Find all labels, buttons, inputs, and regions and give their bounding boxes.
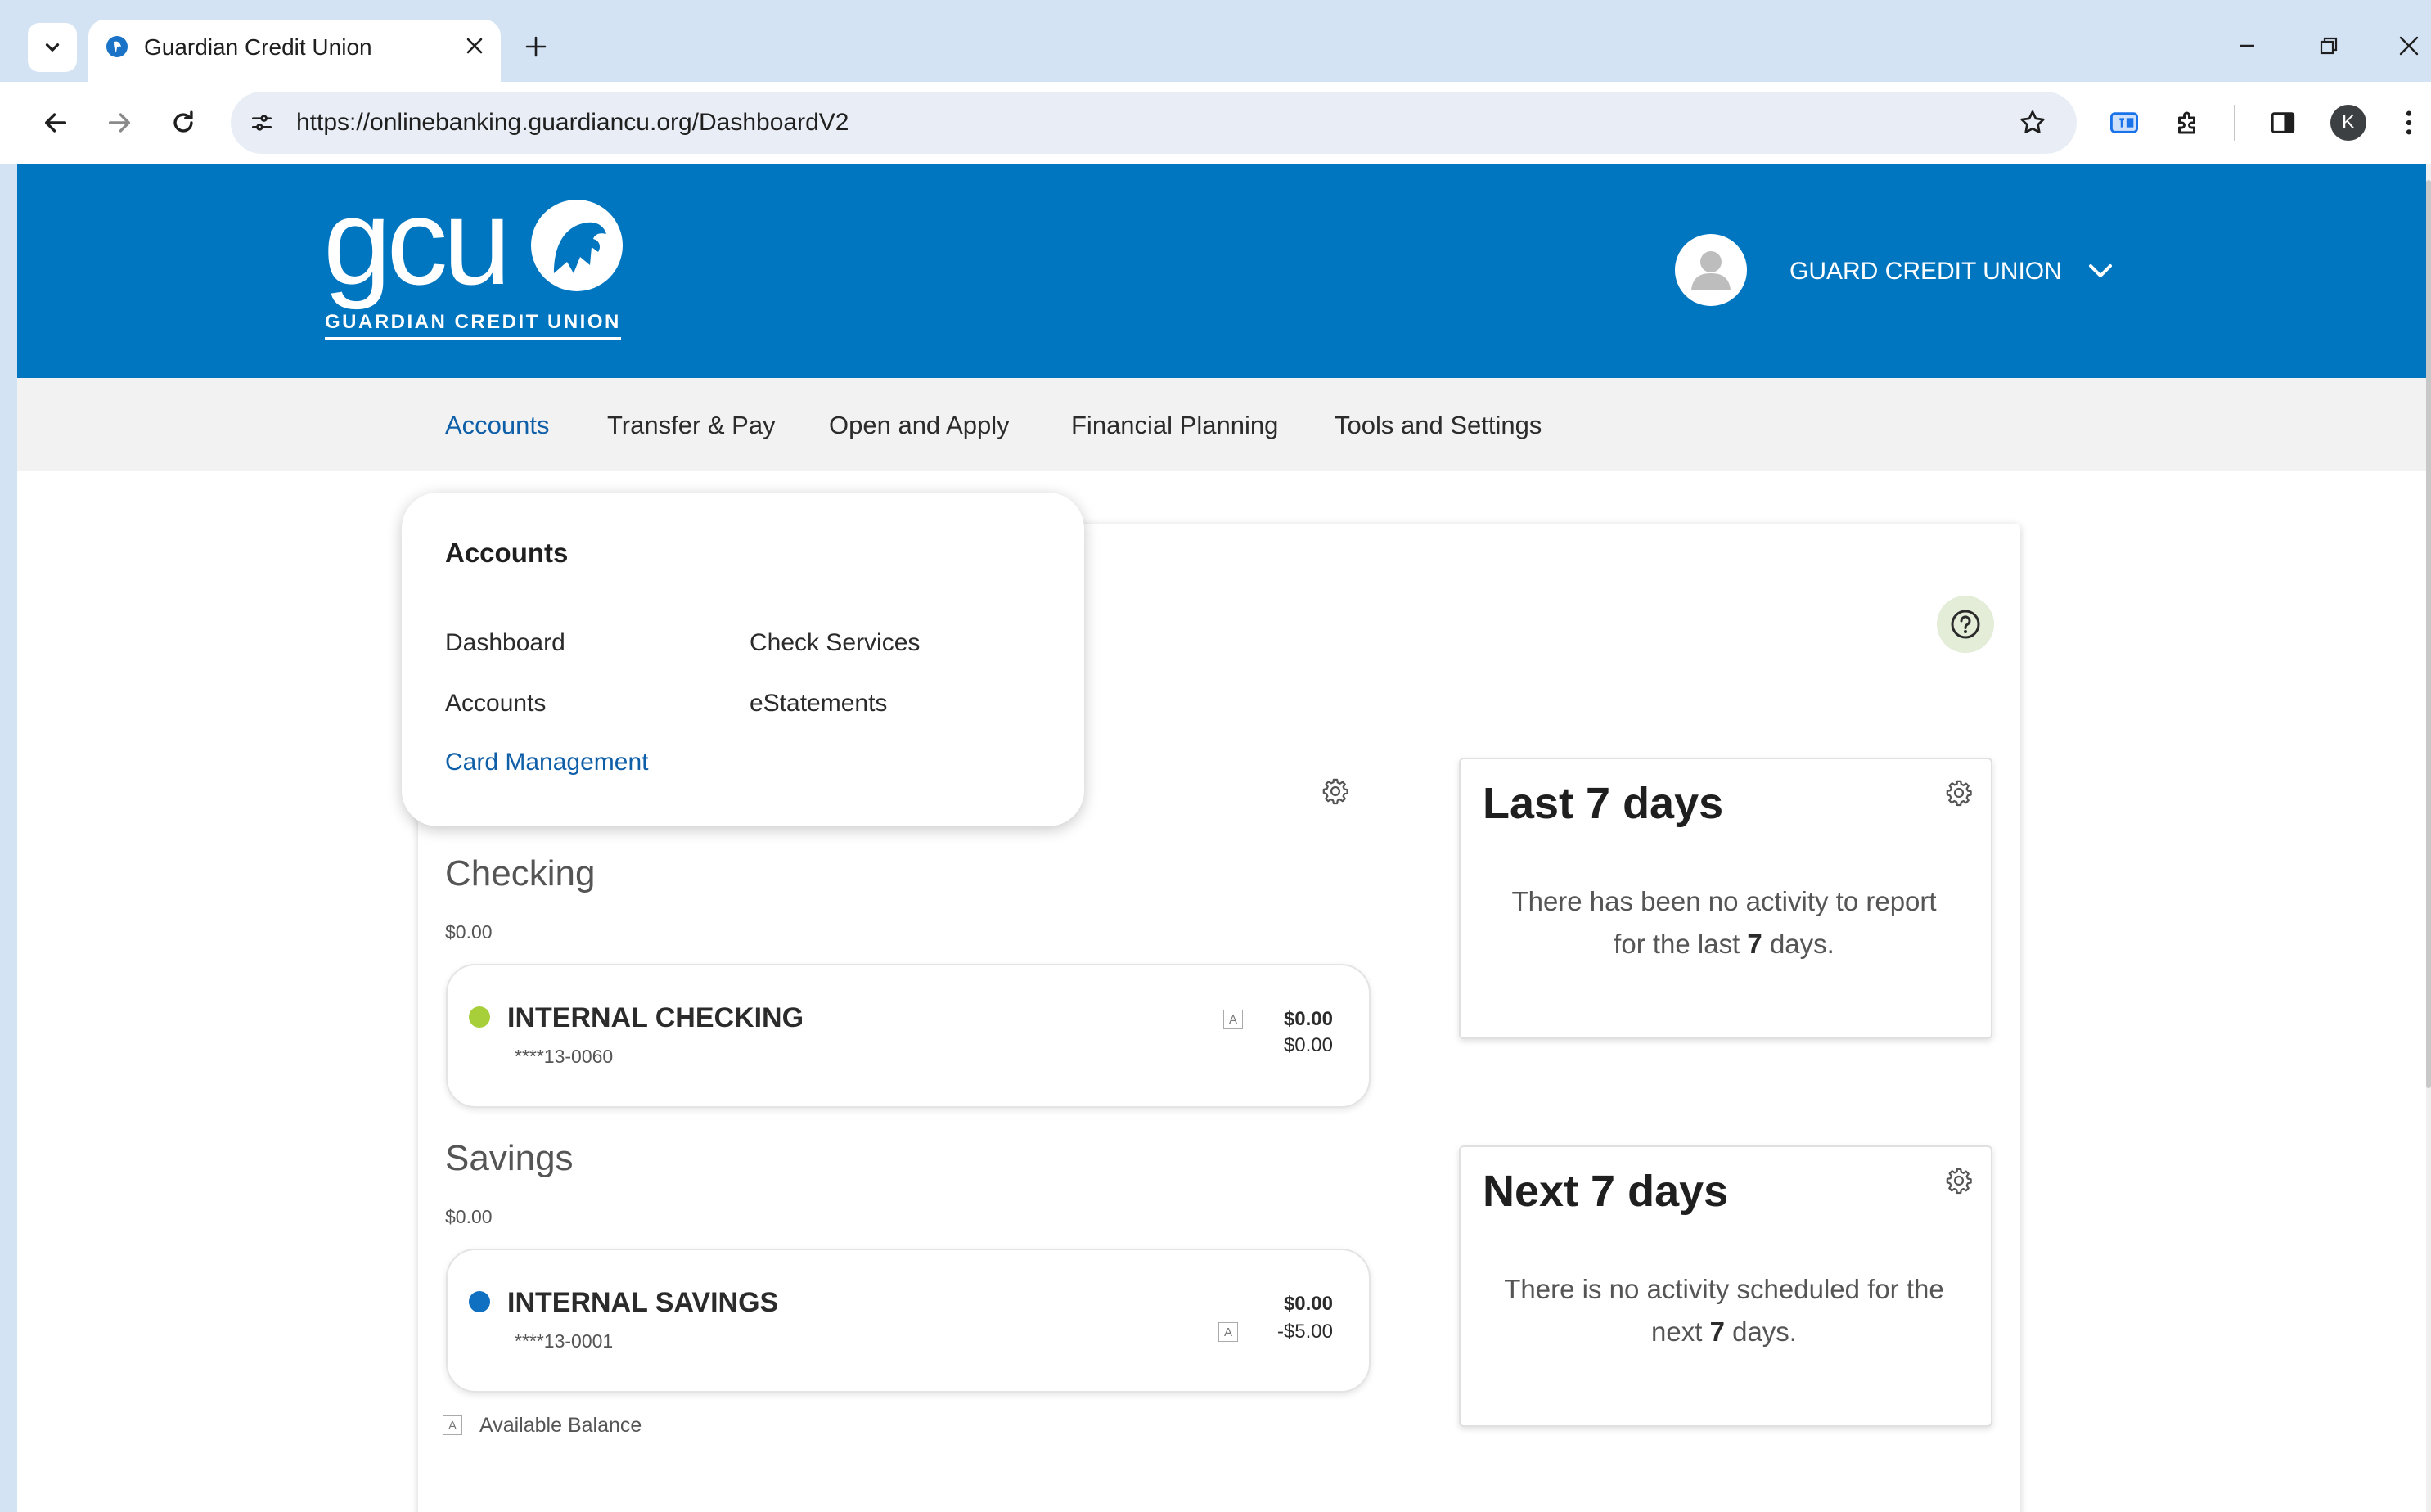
nav-financial-planning[interactable]: Financial Planning (1071, 409, 1278, 442)
menu-item-accounts[interactable]: Accounts (445, 687, 546, 720)
close-icon (2399, 36, 2419, 56)
user-name[interactable]: GUARD CREDIT UNION (1789, 255, 2062, 288)
reload-icon (173, 110, 193, 133)
checking-account-name[interactable]: INTERNAL CHECKING (507, 1001, 804, 1034)
logo-wordmark[interactable]: gcu (323, 180, 511, 303)
browser-menu-button[interactable] (2393, 101, 2425, 144)
extension-button[interactable] (2103, 101, 2145, 144)
last-7-days-title: Last 7 days (1483, 779, 1724, 828)
legend-available-badge: A (443, 1415, 462, 1435)
minimize-icon (2240, 44, 2254, 47)
logo-subtitle: GUARDIAN CREDIT UNION (325, 311, 621, 340)
arrow-left-icon (44, 113, 67, 133)
site-info-button[interactable] (244, 105, 280, 141)
eagle-logo-icon (529, 198, 624, 293)
menu-item-card-management[interactable]: Card Management (445, 746, 648, 779)
toolbar-separator (2234, 105, 2235, 141)
chevron-down-icon (2089, 264, 2112, 277)
plus-icon (525, 36, 547, 57)
url-text[interactable]: https://onlinebanking.guardiancu.org/Das… (296, 106, 849, 139)
close-window-button[interactable] (2384, 25, 2431, 67)
tab-search-button[interactable] (28, 23, 77, 72)
page-viewport: gcu GUARDIAN CREDIT UNION GUARD CREDIT U… (17, 164, 2431, 1512)
user-avatar[interactable] (1675, 234, 1747, 306)
puzzle-icon (2178, 111, 2195, 134)
next-7-days-settings-button[interactable] (1945, 1167, 1973, 1199)
last-7-days-message: There has been no activity to report for… (1511, 886, 1937, 959)
user-menu-toggle[interactable] (2084, 257, 2117, 286)
savings-account-name[interactable]: INTERNAL SAVINGS (507, 1286, 778, 1319)
account-card-checking[interactable] (446, 964, 1371, 1108)
bookmark-button[interactable] (2015, 105, 2051, 141)
savings-account-number: ****13-0001 (515, 1330, 614, 1352)
savings-current-balance: $0.00 (1283, 1293, 1333, 1315)
legend-available-balance: Available Balance (479, 1414, 642, 1437)
savings-available-balance: -$5.00 (1276, 1321, 1333, 1343)
gear-icon (1946, 1168, 1972, 1195)
menu-item-estatements[interactable]: eStatements (750, 687, 887, 720)
star-icon (2020, 110, 2045, 133)
profile-avatar[interactable]: K (2330, 105, 2366, 141)
minimize-button[interactable] (2222, 25, 2271, 67)
translate-extension-icon (2110, 112, 2138, 133)
help-button[interactable] (1937, 596, 1994, 653)
nav-accounts[interactable]: Accounts (445, 409, 550, 442)
arrow-right-icon (108, 113, 131, 133)
tab-close-button[interactable] (458, 29, 491, 62)
account-card-savings[interactable] (446, 1249, 1371, 1393)
dropdown-heading: Accounts (445, 538, 569, 568)
accounts-settings-button[interactable] (1321, 777, 1349, 809)
checking-current-balance: $0.00 (1283, 1034, 1333, 1056)
gear-icon (1946, 780, 1972, 807)
side-panel-icon (2271, 112, 2295, 133)
reload-button[interactable] (162, 101, 205, 144)
new-tab-button[interactable] (515, 26, 556, 67)
gear-icon (1322, 778, 1348, 805)
forward-button[interactable] (98, 101, 141, 144)
savings-total: $0.00 (445, 1206, 493, 1227)
side-panel-button[interactable] (2262, 101, 2304, 144)
checking-total: $0.00 (445, 921, 493, 943)
back-button[interactable] (34, 101, 77, 144)
more-vert-icon (2406, 110, 2412, 135)
menu-item-check-services[interactable]: Check Services (750, 627, 920, 659)
next-7-days-message: There is no activity scheduled for the n… (1504, 1274, 1944, 1347)
savings-status-dot (469, 1291, 490, 1312)
last-7-days-settings-button[interactable] (1945, 779, 1973, 811)
help-icon (1951, 610, 1980, 639)
chevron-down-icon (45, 43, 60, 52)
savings-section-title: Savings (445, 1138, 574, 1178)
nav-transfer-pay[interactable]: Transfer & Pay (607, 409, 776, 442)
page-scrollbar-thumb[interactable] (2426, 180, 2431, 1088)
nav-open-apply[interactable]: Open and Apply (829, 409, 1010, 442)
tune-icon (252, 115, 272, 131)
restore-icon (2320, 37, 2338, 55)
checking-account-number: ****13-0060 (515, 1046, 614, 1067)
restore-button[interactable] (2304, 25, 2353, 67)
favicon-icon (105, 34, 129, 59)
user-icon (1691, 251, 1731, 290)
checking-status-dot (469, 1006, 490, 1028)
checking-section-title: Checking (445, 853, 596, 893)
extensions-menu-button[interactable] (2167, 101, 2209, 144)
nav-tools-settings[interactable]: Tools and Settings (1335, 409, 1542, 442)
close-icon (466, 38, 483, 54)
checking-available-balance: $0.00 (1283, 1008, 1333, 1030)
next-7-days-title: Next 7 days (1483, 1167, 1729, 1216)
tab-title: Guardian Credit Union (144, 34, 372, 60)
menu-item-dashboard[interactable]: Dashboard (445, 627, 565, 659)
